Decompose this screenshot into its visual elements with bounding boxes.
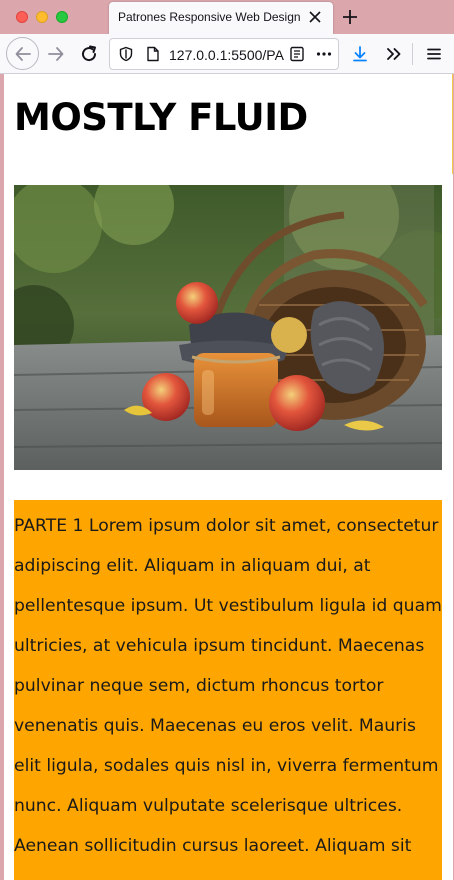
plus-icon[interactable] bbox=[338, 5, 362, 29]
hamburger-menu-icon[interactable] bbox=[418, 38, 450, 70]
arrow-right-icon[interactable] bbox=[40, 38, 72, 70]
close-icon[interactable] bbox=[305, 7, 325, 27]
page-viewport[interactable]: MOSTLY FLUID PARTE 1 Lorem ipsum dolor s… bbox=[4, 74, 453, 880]
zoom-window-button[interactable] bbox=[56, 11, 68, 23]
page-edge-accent bbox=[452, 74, 453, 174]
dots-icon[interactable] bbox=[316, 46, 332, 62]
page-icon[interactable] bbox=[145, 46, 161, 62]
tab-bar: Patrones Responsive Web Design bbox=[0, 0, 454, 34]
url-bar[interactable]: 127.0.0.1:5500/PA bbox=[109, 38, 339, 70]
chevrons-right-icon[interactable] bbox=[378, 38, 410, 70]
toolbar-separator bbox=[412, 43, 413, 65]
download-icon[interactable] bbox=[344, 38, 376, 70]
tab-title: Patrones Responsive Web Design bbox=[118, 10, 301, 24]
close-window-button[interactable] bbox=[16, 11, 28, 23]
navigation-toolbar: 127.0.0.1:5500/PA bbox=[0, 34, 454, 74]
body-paragraph: PARTE 1 Lorem ipsum dolor sit amet, cons… bbox=[14, 516, 442, 856]
shield-icon[interactable] bbox=[118, 46, 134, 62]
minimize-window-button[interactable] bbox=[36, 11, 48, 23]
reader-view-icon[interactable] bbox=[289, 46, 305, 62]
apples-basket-jar-photo bbox=[14, 185, 442, 470]
arrow-left-icon[interactable] bbox=[6, 37, 39, 70]
page-heading: MOSTLY FLUID bbox=[14, 96, 308, 139]
text-block: PARTE 1 Lorem ipsum dolor sit amet, cons… bbox=[14, 500, 442, 880]
reload-icon[interactable] bbox=[73, 38, 105, 70]
active-tab[interactable]: Patrones Responsive Web Design bbox=[109, 2, 333, 34]
url-text[interactable]: 127.0.0.1:5500/PA bbox=[169, 47, 285, 63]
